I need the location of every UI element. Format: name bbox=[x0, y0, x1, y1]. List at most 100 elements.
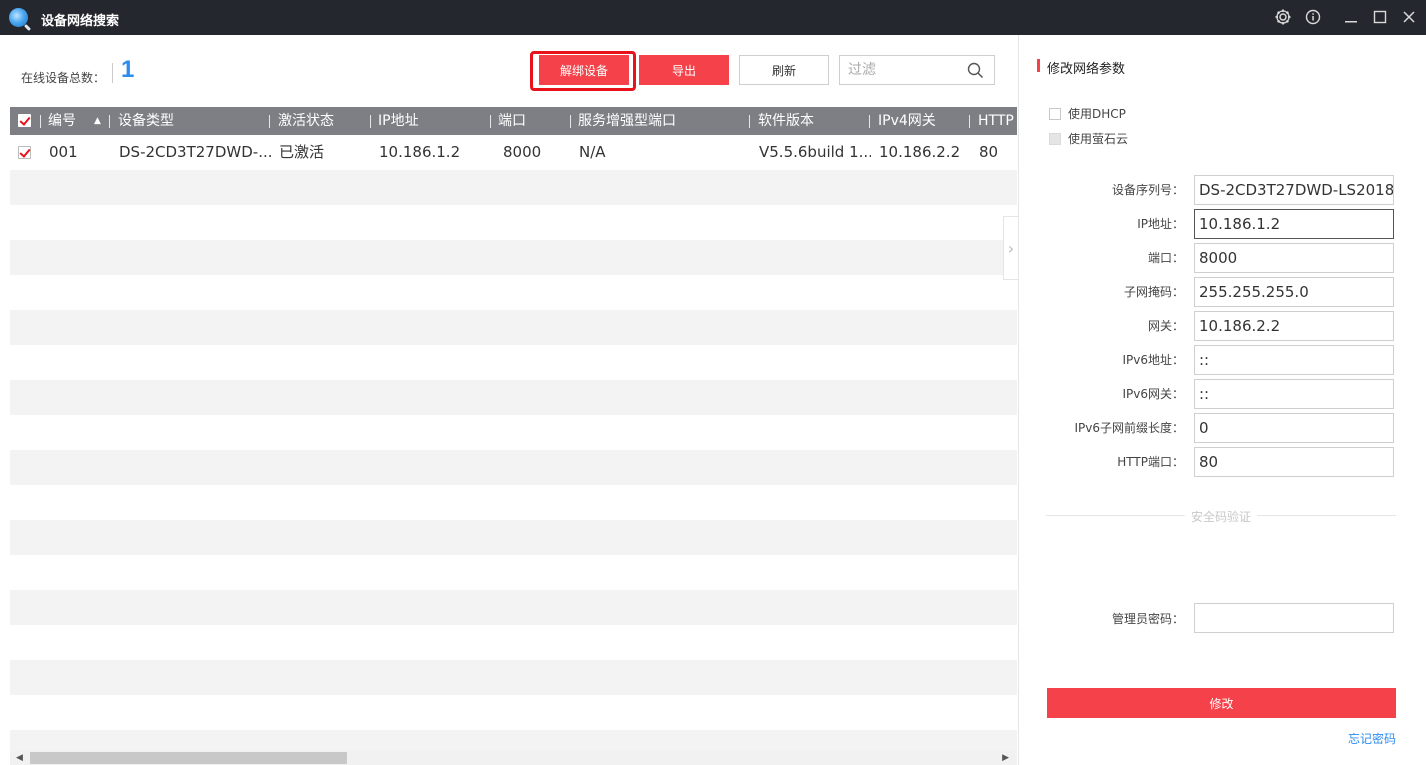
ipv6-gateway-field[interactable]: :: bbox=[1194, 379, 1394, 409]
cell-type: DS-2CD3T27DWD-... bbox=[119, 143, 271, 161]
device-list-area: 在线设备总数： 1 解绑设备 导出 刷新 编号 ▲ 设备类型 激活状态 IP地址… bbox=[0, 35, 1017, 765]
subnet-mask-field[interactable]: 255.255.255.0 bbox=[1194, 277, 1394, 307]
horizontal-scrollbar[interactable]: ◀ ▶ bbox=[10, 751, 1017, 765]
export-button[interactable]: 导出 bbox=[639, 55, 729, 85]
scrollbar-thumb[interactable] bbox=[30, 752, 347, 764]
cell-ip: 10.186.1.2 bbox=[379, 143, 461, 161]
http-port-field[interactable]: 80 bbox=[1194, 447, 1394, 477]
empty-row bbox=[10, 730, 1017, 751]
modify-button[interactable]: 修改 bbox=[1047, 688, 1396, 718]
dhcp-checkbox[interactable] bbox=[1049, 107, 1061, 120]
empty-row bbox=[10, 625, 1017, 660]
table-header: 编号 ▲ 设备类型 激活状态 IP地址 端口 服务增强型端口 软件版本 IPv4… bbox=[10, 107, 1017, 135]
cell-status: 已激活 bbox=[279, 143, 325, 161]
empty-row bbox=[10, 205, 1017, 240]
column-separator bbox=[969, 115, 970, 128]
empty-row bbox=[10, 380, 1017, 415]
admin-password-label: 管理员密码： bbox=[1111, 612, 1184, 626]
empty-row bbox=[10, 345, 1017, 380]
column-header-http[interactable]: HTTP bbox=[978, 107, 1014, 135]
column-separator bbox=[40, 115, 41, 128]
column-header-port[interactable]: 端口 bbox=[498, 107, 526, 135]
empty-row bbox=[10, 660, 1017, 695]
security-section-label: 安全码验证 bbox=[1019, 508, 1423, 525]
empty-row bbox=[10, 555, 1017, 590]
ipv6-prefix-label: IPv6子网前缀长度： bbox=[1074, 421, 1184, 435]
column-header-status[interactable]: 激活状态 bbox=[278, 107, 334, 135]
filter-box bbox=[839, 55, 995, 85]
cell-no: 001 bbox=[49, 143, 78, 161]
unbind-device-button[interactable]: 解绑设备 bbox=[539, 55, 629, 85]
scroll-left-icon[interactable]: ◀ bbox=[16, 753, 23, 763]
column-header-type[interactable]: 设备类型 bbox=[118, 107, 174, 135]
empty-row bbox=[10, 310, 1017, 345]
ip-field[interactable]: 10.186.1.2 bbox=[1194, 209, 1394, 239]
forgot-password-link[interactable]: 忘记密码 bbox=[1348, 730, 1396, 747]
column-header-version[interactable]: 软件版本 bbox=[758, 107, 814, 135]
empty-row bbox=[10, 275, 1017, 310]
admin-password-field[interactable] bbox=[1194, 603, 1394, 633]
network-params-panel: 修改网络参数 使用DHCP 使用萤石云 设备序列号： DS-2CD3T27DWD… bbox=[1018, 35, 1426, 765]
column-separator bbox=[490, 115, 491, 128]
cloud-label: 使用萤石云 bbox=[1068, 132, 1129, 146]
online-count-label: 在线设备总数： bbox=[21, 71, 106, 85]
chevron-right-icon: › bbox=[1007, 238, 1015, 258]
empty-row bbox=[10, 485, 1017, 520]
http-port-label: HTTP端口： bbox=[1117, 455, 1184, 469]
row-checkbox[interactable] bbox=[18, 146, 31, 159]
column-separator bbox=[570, 115, 571, 128]
dhcp-checkbox-row[interactable]: 使用DHCP bbox=[1049, 105, 1126, 122]
cloud-checkbox bbox=[1049, 132, 1061, 145]
column-separator bbox=[109, 115, 110, 128]
empty-row bbox=[10, 590, 1017, 625]
collapse-panel-button[interactable]: › bbox=[1003, 216, 1018, 280]
search-icon[interactable] bbox=[967, 62, 984, 83]
empty-row bbox=[10, 520, 1017, 555]
empty-row bbox=[10, 240, 1017, 275]
column-header-gateway[interactable]: IPv4网关 bbox=[878, 107, 936, 135]
device-table: 编号 ▲ 设备类型 激活状态 IP地址 端口 服务增强型端口 软件版本 IPv4… bbox=[10, 107, 1017, 751]
column-separator bbox=[869, 115, 870, 128]
column-separator bbox=[370, 115, 371, 128]
column-header-ip[interactable]: IP地址 bbox=[378, 107, 419, 135]
column-separator bbox=[749, 115, 750, 128]
port-field[interactable]: 8000 bbox=[1194, 243, 1394, 273]
select-all-checkbox[interactable] bbox=[18, 114, 31, 127]
cell-http: 80 bbox=[979, 143, 999, 161]
security-section-text: 安全码验证 bbox=[1184, 510, 1257, 524]
empty-row bbox=[10, 415, 1017, 450]
empty-row bbox=[10, 450, 1017, 485]
scroll-right-icon[interactable]: ▶ bbox=[1002, 753, 1009, 763]
minimize-icon[interactable] bbox=[1341, 7, 1361, 27]
sort-asc-icon[interactable]: ▲ bbox=[94, 107, 101, 135]
close-icon[interactable] bbox=[1399, 7, 1419, 27]
ipv6-prefix-field[interactable]: 0 bbox=[1194, 413, 1394, 443]
filter-input[interactable] bbox=[840, 56, 958, 84]
column-header-enhanced-port[interactable]: 服务增强型端口 bbox=[578, 107, 676, 135]
online-count-value: 1 bbox=[121, 56, 135, 83]
ipv6-address-field[interactable]: :: bbox=[1194, 345, 1394, 375]
refresh-button[interactable]: 刷新 bbox=[739, 55, 829, 85]
ip-label: IP地址： bbox=[1137, 217, 1184, 231]
info-icon[interactable] bbox=[1303, 7, 1323, 27]
app-logo-icon bbox=[9, 8, 28, 27]
cell-gateway: 10.186.2.2 bbox=[879, 143, 961, 161]
empty-row bbox=[10, 170, 1017, 205]
cell-version: V5.5.6build 1... bbox=[759, 143, 871, 161]
maximize-icon[interactable] bbox=[1370, 7, 1390, 27]
column-separator bbox=[269, 115, 270, 128]
serial-label: 设备序列号： bbox=[1111, 183, 1184, 197]
divider bbox=[112, 63, 113, 83]
port-label: 端口： bbox=[1147, 251, 1184, 265]
cell-enhanced-port: N/A bbox=[579, 143, 606, 161]
gateway-field[interactable]: 10.186.2.2 bbox=[1194, 311, 1394, 341]
settings-icon[interactable] bbox=[1273, 7, 1293, 27]
column-header-no[interactable]: 编号 bbox=[48, 107, 76, 135]
gateway-label: 网关： bbox=[1147, 319, 1184, 333]
panel-title: 修改网络参数 bbox=[1036, 58, 1125, 77]
empty-row bbox=[10, 695, 1017, 730]
cloud-checkbox-row: 使用萤石云 bbox=[1049, 130, 1128, 147]
serial-field[interactable]: DS-2CD3T27DWD-LS20180 bbox=[1194, 175, 1394, 205]
window-title: 设备网络搜索 bbox=[41, 14, 120, 29]
table-row[interactable]: 001 DS-2CD3T27DWD-... 已激活 10.186.1.2 800… bbox=[10, 135, 1017, 170]
